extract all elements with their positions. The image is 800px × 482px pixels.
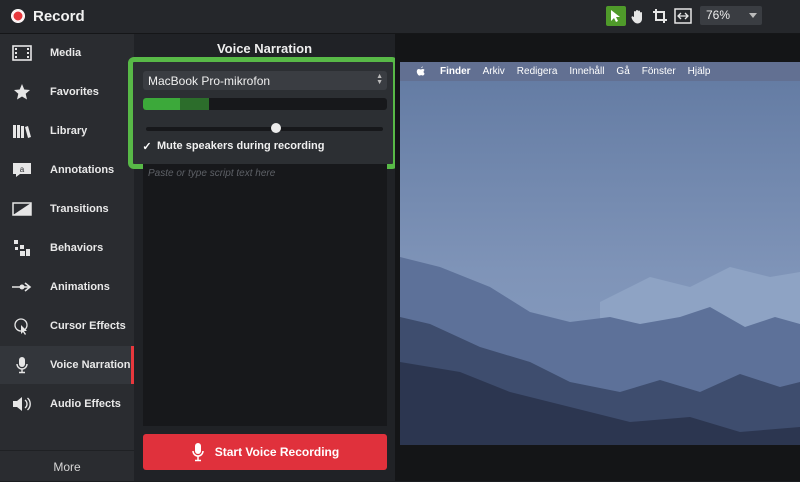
sidebar-item-favorites[interactable]: Favorites (0, 73, 134, 111)
volume-slider-track[interactable] (146, 127, 383, 131)
menu-fonster[interactable]: Fönster (642, 66, 676, 77)
start-label: Start Voice Recording (214, 445, 340, 459)
menu-finder[interactable]: Finder (440, 66, 471, 77)
microphone-icon (11, 354, 33, 376)
input-level-fill (143, 98, 180, 110)
chevron-down-icon (749, 13, 757, 18)
sidebar-item-behaviors[interactable]: Behaviors (0, 229, 134, 267)
sidebar-item-label: Media (50, 47, 82, 59)
film-icon (11, 42, 33, 64)
menu-arkiv[interactable]: Arkiv (483, 66, 505, 77)
sidebar-item-label: Voice Narration (50, 359, 131, 371)
books-icon (11, 120, 33, 142)
menu-innehall[interactable]: Innehåll (569, 66, 604, 77)
annotation-icon: a (11, 159, 33, 181)
sidebar-item-label: Audio Effects (50, 398, 121, 410)
start-voice-recording-button[interactable]: Start Voice Recording (143, 434, 387, 470)
script-textarea[interactable] (143, 164, 387, 426)
menu-redigera[interactable]: Redigera (517, 66, 558, 77)
more-button[interactable]: More (0, 450, 134, 482)
hand-icon (631, 9, 642, 23)
panel-title: Voice Narration (216, 41, 313, 56)
script-placeholder: Paste or type script text here (148, 168, 276, 179)
sidebar-item-transitions[interactable]: Transitions (0, 190, 134, 228)
sidebar-item-media[interactable]: Media (0, 34, 134, 72)
crop-tool-button[interactable] (650, 6, 670, 26)
sidebar-item-label: Behaviors (50, 242, 104, 254)
animation-arrow-icon (11, 276, 33, 298)
sidebar-item-voice-narration[interactable]: Voice Narration (0, 346, 134, 384)
sidebar-item-animations[interactable]: Animations (0, 268, 134, 306)
pan-tool-button[interactable] (628, 6, 648, 26)
svg-text:a: a (20, 165, 25, 174)
window-title: Record (33, 8, 85, 25)
sidebar: Media Favorites Library a Annotations Tr… (0, 34, 134, 481)
crop-icon (653, 9, 667, 23)
microphone-icon (191, 442, 205, 462)
speaker-icon (11, 393, 33, 415)
sidebar-item-label: Cursor Effects (50, 320, 126, 332)
microphone-value: MacBook Pro-mikrofon (148, 74, 271, 88)
mac-menu-bar: Finder Arkiv Redigera Innehåll Gå Fönste… (400, 62, 800, 81)
preview-screen[interactable]: Finder Arkiv Redigera Innehåll Gå Fönste… (400, 62, 800, 445)
microphone-select[interactable]: MacBook Pro-mikrofon ▲ ▼ (143, 71, 387, 90)
record-dot-icon (11, 9, 25, 23)
top-bar: Record 76% (0, 0, 800, 34)
sidebar-item-cursor-effects[interactable]: Cursor Effects (0, 307, 134, 345)
apple-icon (416, 66, 426, 77)
menu-hjalp[interactable]: Hjälp (688, 66, 711, 77)
sidebar-item-label: Animations (50, 281, 110, 293)
sidebar-item-library[interactable]: Library (0, 112, 134, 150)
mute-label: Mute speakers during recording (157, 140, 325, 152)
input-level-meter (143, 98, 387, 110)
sidebar-item-label: Transitions (50, 203, 109, 215)
sidebar-item-label: Favorites (50, 86, 99, 98)
sidebar-item-label: Library (50, 125, 88, 137)
behaviors-icon (11, 237, 33, 259)
zoom-value: 76% (706, 8, 731, 22)
pointer-tool-button[interactable] (606, 6, 626, 26)
sidebar-item-audio-effects[interactable]: Audio Effects (0, 385, 134, 423)
menu-ga[interactable]: Gå (616, 66, 629, 77)
checkmark-icon[interactable]: ✓ (141, 140, 153, 153)
sidebar-item-annotations[interactable]: a Annotations (0, 151, 134, 189)
mountain-wallpaper (400, 62, 800, 445)
input-level-peak (179, 98, 209, 110)
mute-speakers-option[interactable]: ✓ Mute speakers during recording (141, 140, 325, 153)
transition-icon (11, 198, 33, 220)
pointer-icon (611, 10, 620, 22)
sidebar-item-label: Annotations (50, 164, 115, 176)
cursor-effects-icon (11, 315, 33, 337)
star-icon (11, 81, 33, 103)
fit-icon (674, 8, 692, 24)
zoom-select[interactable]: 76% (700, 6, 762, 25)
fit-tool-button[interactable] (673, 6, 693, 26)
select-arrows-icon: ▲ ▼ (376, 73, 383, 86)
